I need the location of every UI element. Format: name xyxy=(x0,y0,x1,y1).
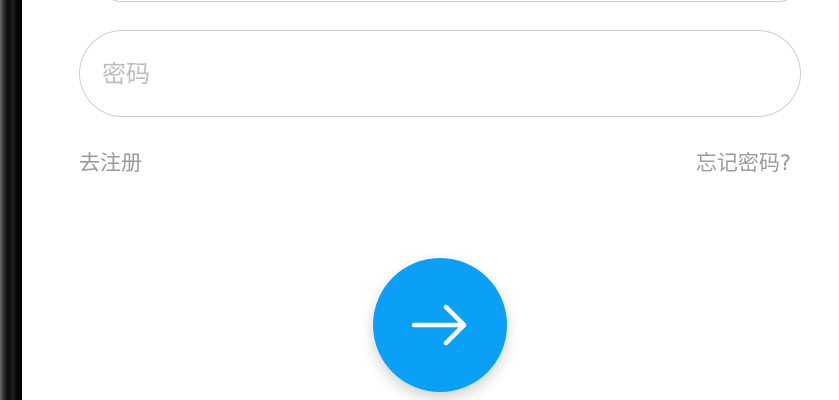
forgot-password-link[interactable]: 忘记密码? xyxy=(696,147,791,177)
username-field[interactable] xyxy=(100,0,800,2)
login-submit-button[interactable] xyxy=(373,258,507,392)
arrow-right-icon xyxy=(411,304,467,346)
device-bezel xyxy=(0,0,22,400)
register-link[interactable]: 去注册 xyxy=(79,147,142,177)
password-input[interactable] xyxy=(79,30,801,117)
device-frame: 去注册 忘记密码? xyxy=(0,0,839,400)
login-screen: 去注册 忘记密码? xyxy=(22,0,839,400)
